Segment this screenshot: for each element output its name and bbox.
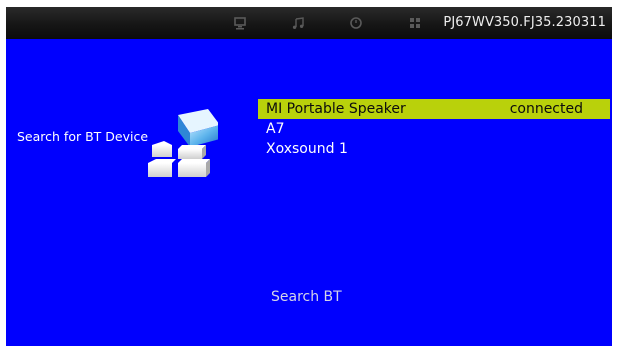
search-for-bt-device-label: Search for BT Device [17,129,149,144]
music-note-icon[interactable] [291,16,305,30]
monitor-icon[interactable] [233,16,247,30]
device-name: A7 [266,121,285,137]
bluetooth-device-search-icon [142,105,220,185]
search-bt-button[interactable]: Search BT [271,289,342,305]
bt-screen: PJ67WV350.FJ35.230311 Search for BT Devi… [6,7,612,346]
apps-grid-icon[interactable] [408,16,422,30]
top-status-bar: PJ67WV350.FJ35.230311 [6,7,612,39]
firmware-version: PJ67WV350.FJ35.230311 [443,15,606,30]
device-item-mi-portable-speaker[interactable]: MI Portable Speaker connected [258,99,610,119]
bt-device-list: MI Portable Speaker connected A7 Xoxsoun… [258,99,610,159]
device-item-xoxsound-1[interactable]: Xoxsound 1 [258,139,610,159]
device-name: Xoxsound 1 [266,141,348,157]
device-status: connected [509,101,583,117]
device-name: MI Portable Speaker [266,101,406,117]
device-item-a7[interactable]: A7 [258,119,610,139]
clock-icon[interactable] [349,16,363,30]
